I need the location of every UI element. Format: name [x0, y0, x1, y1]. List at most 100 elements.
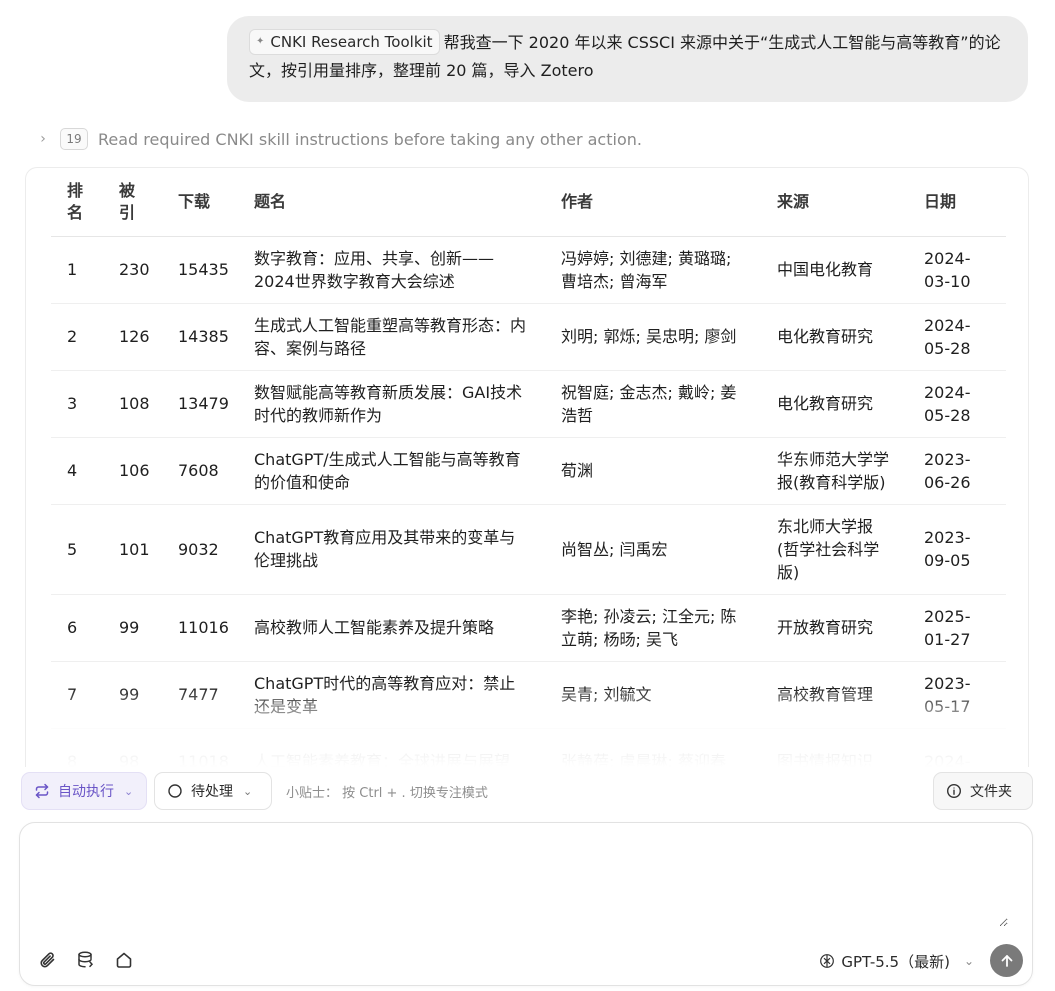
paperclip-icon[interactable] — [37, 949, 59, 971]
sparkle-icon: ✦ — [256, 35, 265, 47]
cell-cited: 106 — [103, 437, 162, 505]
cell-rank: 1 — [51, 236, 103, 304]
tool-step-text: Read required CNKI skill instructions be… — [98, 129, 642, 149]
message-input[interactable] — [38, 837, 1008, 927]
auto-execute-label: 自动执行 — [58, 784, 114, 800]
cell-rank: 7 — [51, 661, 103, 729]
chevron-down-icon: ⌄ — [963, 954, 974, 968]
cell-date: 2024-05-28 — [908, 370, 1006, 438]
chevron-right-icon[interactable]: › — [36, 131, 50, 147]
composer-box: GPT-5.5（最新) ⌄ — [19, 822, 1033, 986]
database-icon[interactable] — [75, 949, 97, 971]
cell-date: 2024- — [908, 728, 1006, 767]
header-cited[interactable]: 被引 — [103, 168, 162, 237]
folder-label: 文件夹 — [970, 784, 1012, 800]
header-downloads[interactable]: 下载 — [162, 168, 238, 237]
cell-cited: 98 — [103, 728, 162, 767]
cell-rank: 4 — [51, 437, 103, 505]
cell-source: 华东师范大学学报(教育科学版) — [761, 437, 908, 505]
table-row: 1 230 15435 数字教育：应用、共享、创新——2024世界数字教育大会综… — [51, 236, 1006, 304]
table-row: 5 101 9032 ChatGPT教育应用及其带来的变革与伦理挑战 尚智丛; … — [51, 504, 1006, 595]
cell-authors: 张静蓓; 虞晨琳; 蔡迎春 — [545, 728, 761, 767]
auto-execute-button[interactable]: 自动执行 ⌄ — [21, 772, 147, 810]
cell-title: 高校教师人工智能素养及提升策略 — [238, 594, 545, 662]
cell-rank: 3 — [51, 370, 103, 438]
table-header-row: 排名 被引 下载 题名 作者 来源 日期 — [51, 168, 1006, 237]
cell-cited: 99 — [103, 594, 162, 662]
cell-rank: 6 — [51, 594, 103, 662]
pending-status-button[interactable]: 待处理 ⌄ — [154, 772, 272, 810]
cell-title: 人工智能素养教育：全球进展与展望 — [238, 728, 545, 767]
cell-source: 开放教育研究 — [761, 594, 908, 662]
cell-source: 东北师大学报(哲学社会科学版) — [761, 504, 908, 595]
cell-authors: 李艳; 孙凌云; 江全元; 陈立萌; 杨旸; 吴飞 — [545, 594, 761, 662]
table-row: 2 126 14385 生成式人工智能重塑高等教育形态：内容、案例与路径 刘明;… — [51, 303, 1006, 371]
cell-source: 电化教育研究 — [761, 303, 908, 371]
cell-authors: 祝智庭; 金志杰; 戴岭; 姜浩哲 — [545, 370, 761, 438]
results-table: 排名 被引 下载 题名 作者 来源 日期 1 230 15435 数字教育：应用… — [51, 168, 1006, 767]
send-button[interactable] — [990, 944, 1023, 977]
cell-source: 图书情报知识 — [761, 728, 908, 767]
circle-icon — [168, 784, 182, 798]
cell-rank: 5 — [51, 504, 103, 595]
cell-source: 高校教育管理 — [761, 661, 908, 729]
cell-cited: 101 — [103, 504, 162, 595]
repeat-icon — [35, 783, 49, 799]
home-icon[interactable] — [113, 949, 135, 971]
chevron-down-icon: ⌄ — [124, 784, 134, 798]
table-row: 8 98 11018 人工智能素养教育：全球进展与展望 张静蓓; 虞晨琳; 蔡迎… — [51, 728, 1006, 767]
cell-date: 2025-01-27 — [908, 594, 1006, 662]
header-rank[interactable]: 排名 — [51, 168, 103, 237]
table-row: 4 106 7608 ChatGPT/生成式人工智能与高等教育的价值和使命 荀渊… — [51, 437, 1006, 505]
pending-label: 待处理 — [191, 784, 233, 800]
cell-title: 数字教育：应用、共享、创新——2024世界数字教育大会综述 — [238, 236, 545, 304]
table-row: 6 99 11016 高校教师人工智能素养及提升策略 李艳; 孙凌云; 江全元;… — [51, 594, 1006, 662]
cell-downloads: 9032 — [162, 504, 238, 595]
header-date[interactable]: 日期 — [908, 168, 1006, 237]
header-authors[interactable]: 作者 — [545, 168, 761, 237]
table-row: 7 99 7477 ChatGPT时代的高等教育应对：禁止还是变革 吴青; 刘毓… — [51, 661, 1006, 729]
cell-title: 数智赋能高等教育新质发展：GAI技术时代的教师新作为 — [238, 370, 545, 438]
cell-source: 电化教育研究 — [761, 370, 908, 438]
cell-authors: 荀渊 — [545, 437, 761, 505]
cell-downloads: 7477 — [162, 661, 238, 729]
skill-chip-label: CNKI Research Toolkit — [270, 32, 433, 51]
info-icon — [946, 783, 962, 799]
cell-date: 2023-09-05 — [908, 504, 1006, 595]
folder-button[interactable]: 文件夹 — [933, 772, 1033, 810]
cell-downloads: 7608 — [162, 437, 238, 505]
user-message-bubble: ✦ CNKI Research Toolkit 帮我查一下 2020 年以来 CSS… — [227, 16, 1028, 102]
skill-chip[interactable]: ✦ CNKI Research Toolkit — [249, 28, 440, 55]
cell-downloads: 11016 — [162, 594, 238, 662]
cell-cited: 99 — [103, 661, 162, 729]
cell-downloads: 14385 — [162, 303, 238, 371]
cell-downloads: 15435 — [162, 236, 238, 304]
header-title[interactable]: 题名 — [238, 168, 545, 237]
arrow-up-icon — [1001, 954, 1012, 967]
chevron-down-icon: ⌄ — [243, 784, 253, 798]
cell-downloads: 13479 — [162, 370, 238, 438]
cell-downloads: 11018 — [162, 728, 238, 767]
cell-title: ChatGPT时代的高等教育应对：禁止还是变革 — [238, 661, 545, 729]
cell-authors: 冯婷婷; 刘德建; 黄璐璐; 曹培杰; 曾海军 — [545, 236, 761, 304]
cell-authors: 刘明; 郭烁; 吴忠明; 廖剑 — [545, 303, 761, 371]
composer-toolbar: 自动执行 ⌄ 待处理 ⌄ 小贴士： 按 Ctrl + . 切换专注模式 文件夹 — [21, 772, 1033, 812]
cell-date: 2024-05-28 — [908, 303, 1006, 371]
cell-cited: 108 — [103, 370, 162, 438]
cell-authors: 尚智丛; 闫禹宏 — [545, 504, 761, 595]
cell-date: 2024-03-10 — [908, 236, 1006, 304]
cell-source: 中国电化教育 — [761, 236, 908, 304]
cell-title: 生成式人工智能重塑高等教育形态：内容、案例与路径 — [238, 303, 545, 371]
cell-title: ChatGPT/生成式人工智能与高等教育的价值和使命 — [238, 437, 545, 505]
composer-icons — [37, 949, 135, 971]
results-table-card: 排名 被引 下载 题名 作者 来源 日期 1 230 15435 数字教育：应用… — [25, 167, 1029, 767]
cell-title: ChatGPT教育应用及其带来的变革与伦理挑战 — [238, 504, 545, 595]
openai-logo-icon — [820, 954, 835, 968]
cell-date: 2023-05-17 — [908, 661, 1006, 729]
header-source[interactable]: 来源 — [761, 168, 908, 237]
model-label: GPT-5.5（最新) — [841, 952, 950, 971]
cell-date: 2023-06-26 — [908, 437, 1006, 505]
model-selector[interactable]: GPT-5.5（最新) ⌄ — [819, 948, 974, 974]
cell-cited: 230 — [103, 236, 162, 304]
tool-step-row[interactable]: › 19 Read required CNKI skill instructio… — [36, 126, 642, 152]
